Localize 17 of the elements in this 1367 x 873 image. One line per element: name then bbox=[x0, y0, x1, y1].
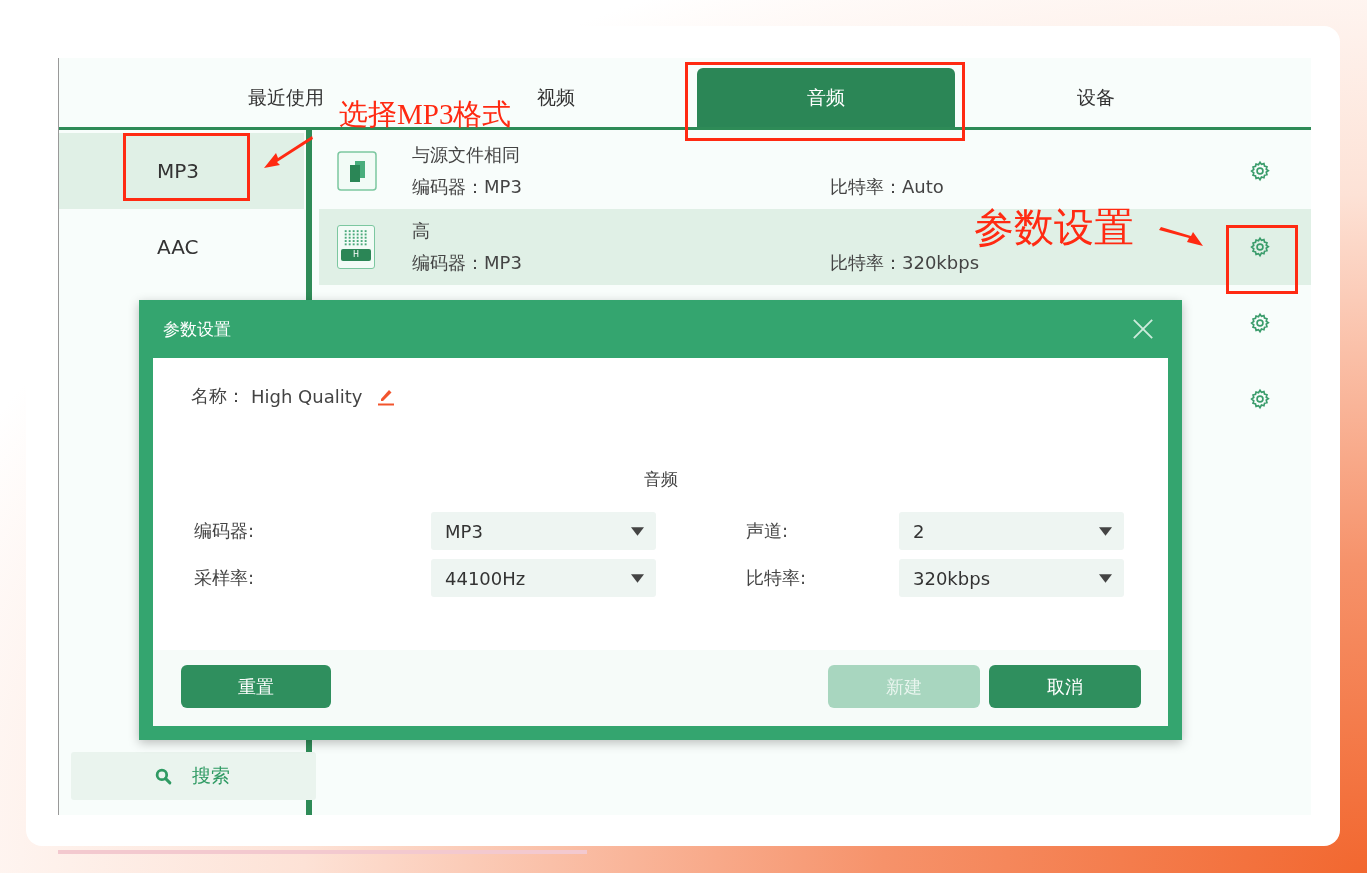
codec-text: 编码器：MP3 bbox=[412, 251, 523, 275]
preset-title: 与源文件相同 bbox=[412, 143, 520, 167]
name-value: High Quality bbox=[251, 385, 363, 407]
preset-title: 高 bbox=[412, 219, 430, 243]
dialog-title: 参数设置 bbox=[163, 317, 231, 341]
field-label: 编码器: bbox=[194, 519, 256, 543]
field-label: 采样率: bbox=[194, 566, 256, 590]
name-label: 名称： bbox=[191, 384, 245, 408]
section-title: 音频 bbox=[642, 468, 679, 491]
quality-icon: H bbox=[337, 225, 375, 269]
annotation-text: 参数设置 bbox=[974, 208, 1134, 248]
annotation-text: 选择MP3格式 bbox=[339, 100, 512, 129]
field-label: 比特率: bbox=[746, 566, 808, 590]
field-label: 声道: bbox=[746, 519, 790, 543]
bitrate-text: 比特率：Auto bbox=[830, 175, 944, 199]
codec-text: 编码器：MP3 bbox=[412, 175, 523, 199]
bitrate-text: 比特率：320kbps bbox=[830, 251, 979, 275]
